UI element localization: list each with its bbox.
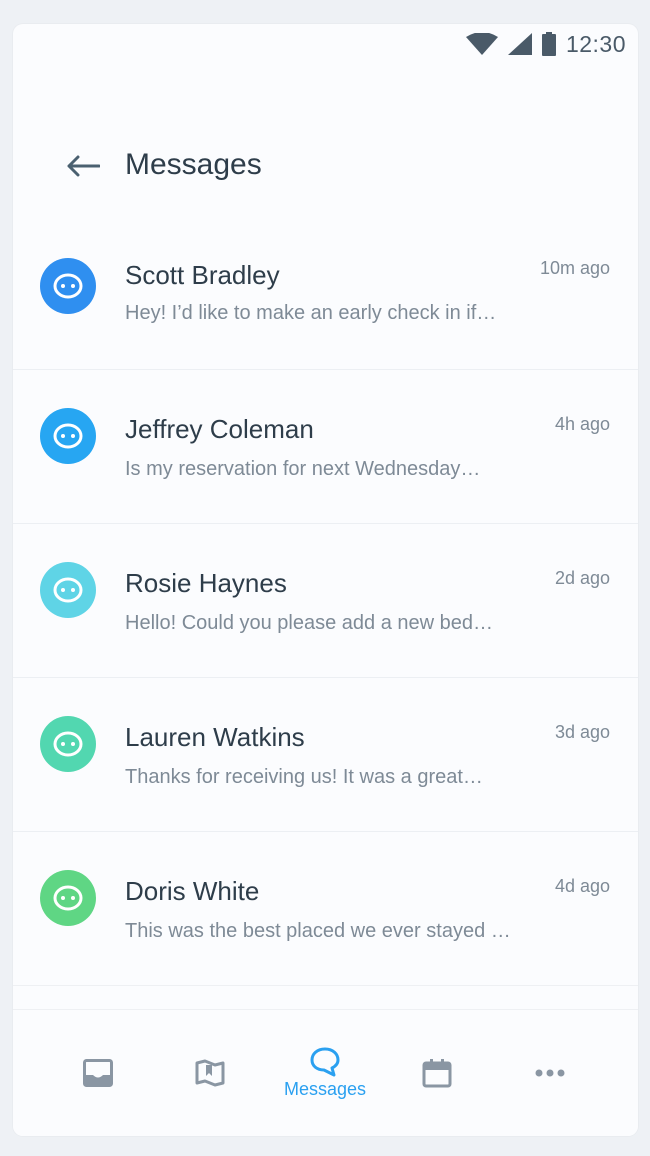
message-preview: Hello! Could you please add a new bed… (125, 612, 494, 634)
message-preview: Thanks for receiving us! It was a great… (125, 766, 483, 788)
tab-more[interactable] (500, 1010, 600, 1136)
inbox-icon (83, 1059, 113, 1087)
contact-name: Rosie Haynes (125, 568, 287, 598)
back-button[interactable] (63, 146, 103, 186)
conversation-row[interactable]: Jeffrey Coleman Is my reservation for ne… (13, 370, 638, 524)
bottom-tab-bar: Messages (13, 1009, 638, 1136)
avatar (40, 870, 96, 926)
tab-inbox[interactable] (48, 1010, 148, 1136)
tab-calendar[interactable] (387, 1010, 487, 1136)
message-preview: Is my reservation for next Wednesday… (125, 458, 481, 480)
status-bar: 12:30 (13, 24, 638, 64)
map-icon (195, 1059, 225, 1087)
message-time: 4d ago (554, 876, 610, 896)
more-icon (535, 1069, 565, 1077)
conversation-list: Scott Bradley Hey! I’d like to make an e… (13, 220, 638, 986)
avatar (40, 258, 96, 314)
face-icon (53, 273, 83, 299)
calendar-icon (422, 1058, 452, 1088)
conversation-row[interactable]: Doris White This was the best placed we … (13, 832, 638, 986)
conversation-row[interactable]: Rosie Haynes Hello! Could you please add… (13, 524, 638, 678)
message-time: 4h ago (554, 414, 610, 434)
page-title: Messages (125, 148, 262, 181)
avatar (40, 716, 96, 772)
face-icon (53, 885, 83, 911)
message-time: 10m ago (539, 258, 610, 278)
app-bar: Messages (13, 134, 638, 200)
contact-name: Jeffrey Coleman (125, 414, 314, 444)
chat-bubble-icon (310, 1047, 340, 1077)
message-preview: Hey! I’d like to make an early check in … (125, 302, 497, 324)
avatar (40, 408, 96, 464)
tab-label: Messages (283, 1078, 367, 1099)
tab-messages[interactable]: Messages (275, 1010, 375, 1136)
phone-screen: 12:30 Messages Scott Bradley Hey! I’d li… (13, 24, 638, 1136)
face-icon (53, 423, 83, 449)
conversation-row[interactable]: Scott Bradley Hey! I’d like to make an e… (13, 220, 638, 370)
signal-icon (507, 33, 532, 55)
tab-map[interactable] (160, 1010, 260, 1136)
avatar (40, 562, 96, 618)
conversation-row[interactable]: Lauren Watkins Thanks for receiving us! … (13, 678, 638, 832)
message-time: 3d ago (554, 722, 610, 742)
face-icon (53, 731, 83, 757)
battery-icon (541, 32, 556, 56)
face-icon (53, 577, 83, 603)
clock: 12:30 (565, 30, 626, 57)
contact-name: Lauren Watkins (125, 722, 305, 752)
message-time: 2d ago (554, 568, 610, 588)
contact-name: Doris White (125, 876, 260, 906)
arrow-left-icon (66, 155, 100, 177)
contact-name: Scott Bradley (125, 260, 280, 290)
wifi-icon (465, 33, 498, 55)
message-preview: This was the best placed we ever stayed … (125, 920, 511, 942)
